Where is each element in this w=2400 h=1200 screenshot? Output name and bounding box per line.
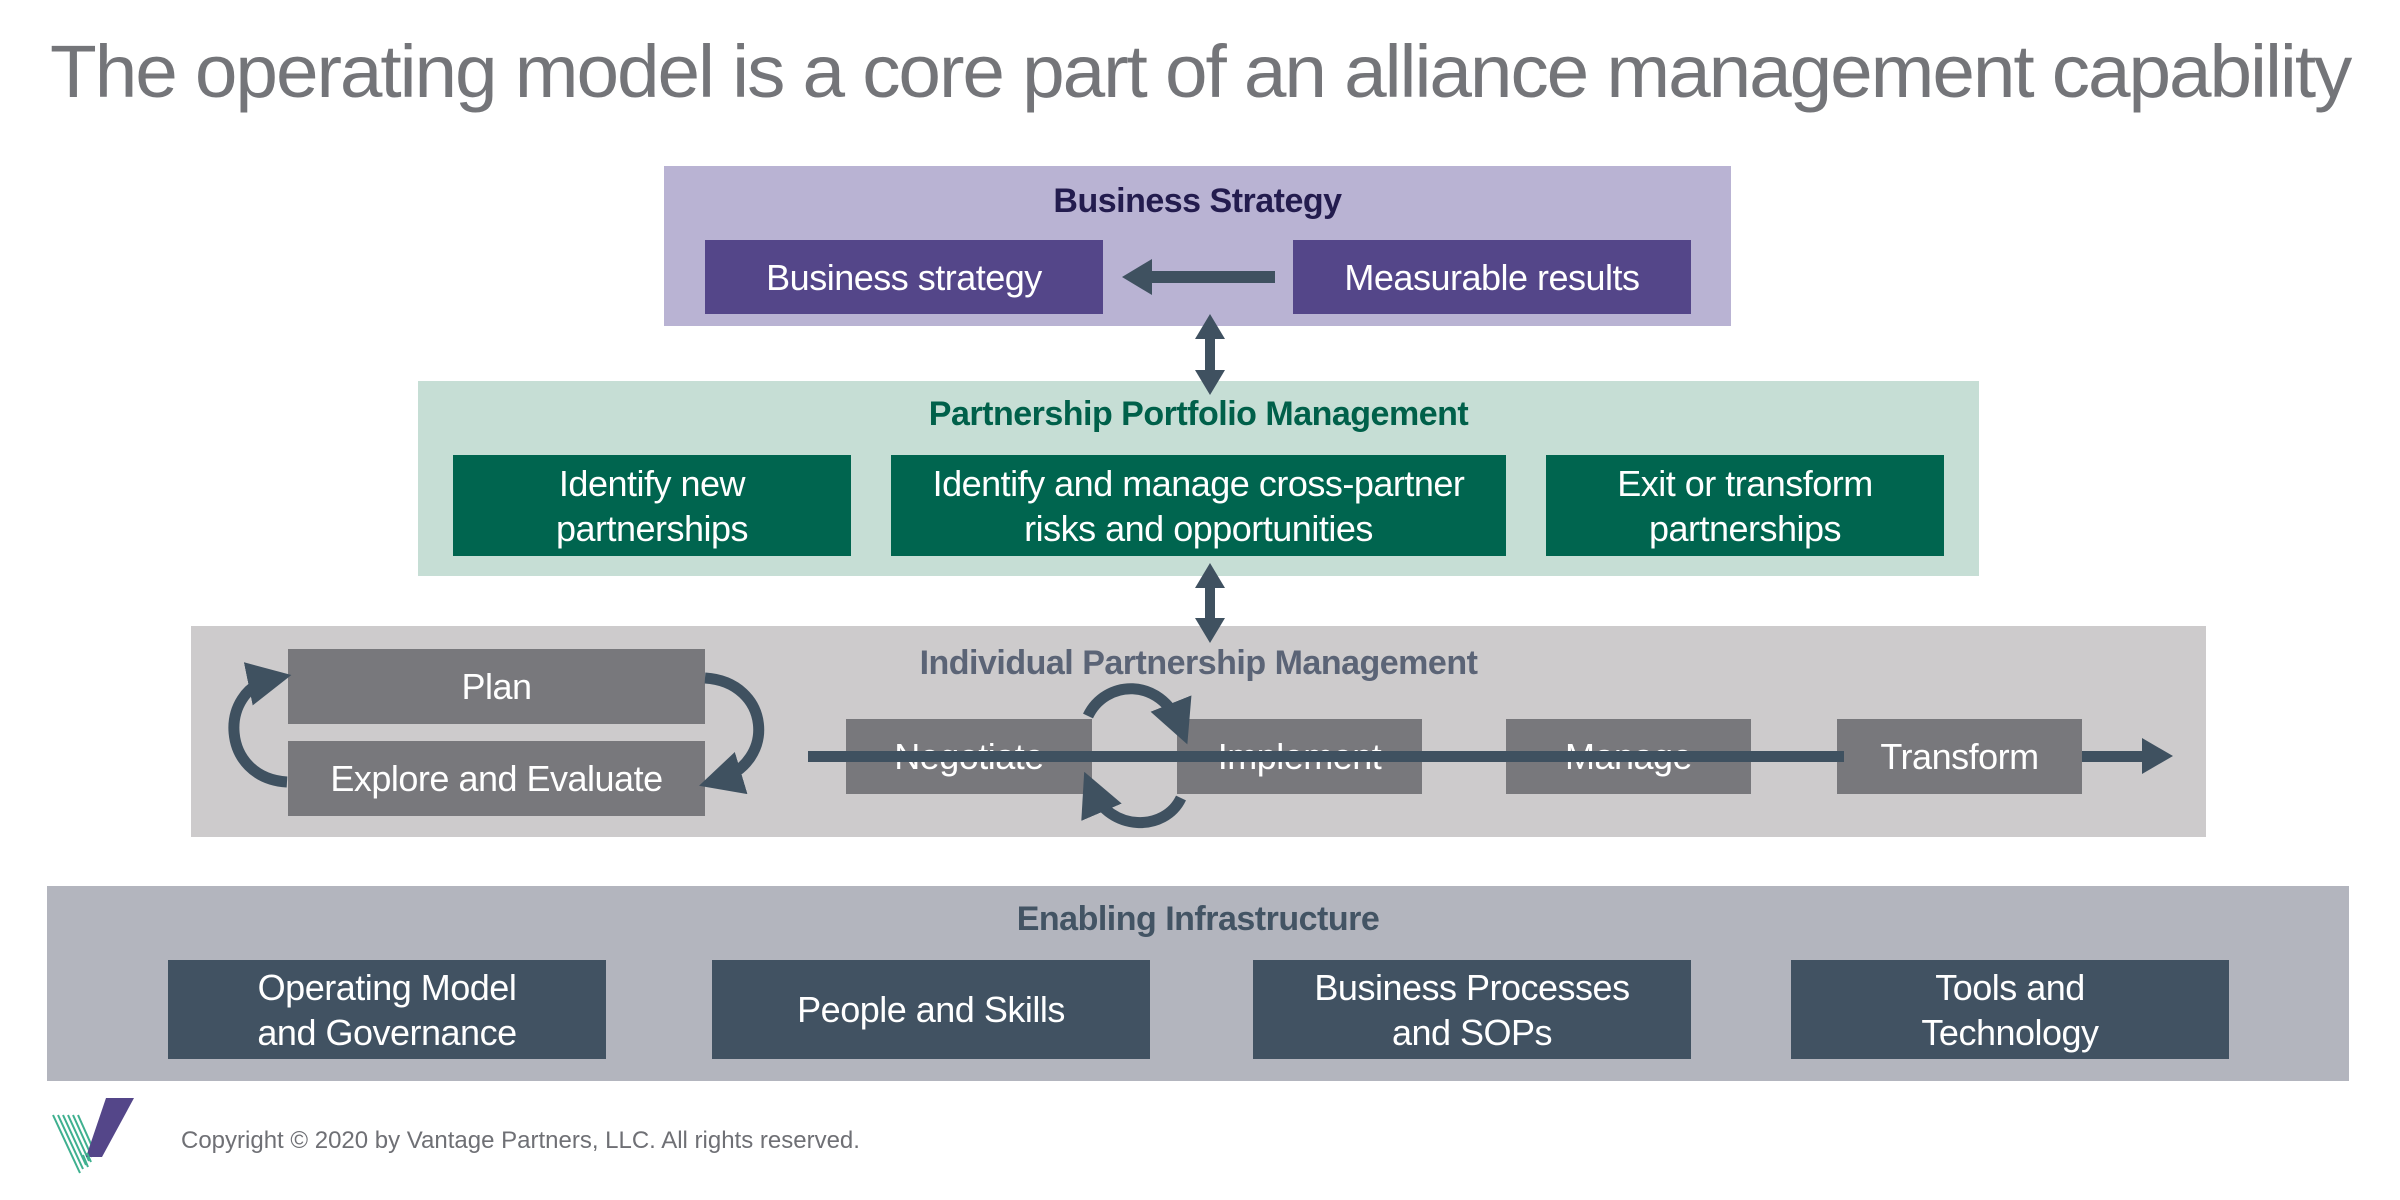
implement-box: Implement <box>1177 719 1422 794</box>
business-strategy-label: Business strategy <box>766 256 1042 298</box>
portfolio-management-panel: Partnership Portfolio Management Identif… <box>418 381 1979 576</box>
copyright-text: Copyright © 2020 by Vantage Partners, LL… <box>181 1127 860 1154</box>
explore-evaluate-label: Explore and Evaluate <box>330 758 663 799</box>
identify-new-partnerships-box: Identify new partnerships <box>453 455 851 556</box>
people-skills-label: People and Skills <box>797 989 1065 1030</box>
manage-box: Manage <box>1506 719 1751 794</box>
tools-technology-label: Tools and Technology <box>1921 966 2099 1053</box>
exit-or-transform-box: Exit or transform partnerships <box>1546 455 1944 556</box>
plan-label: Plan <box>461 666 532 707</box>
negotiate-label: Negotiate <box>894 736 1044 777</box>
implement-label: Implement <box>1217 736 1382 777</box>
manage-label: Manage <box>1564 736 1693 777</box>
business-strategy-panel: Business Strategy Business strategy Meas… <box>664 166 1731 326</box>
exit-or-transform-label: Exit or transform partnerships <box>1617 462 1873 549</box>
explore-evaluate-box: Explore and Evaluate <box>288 741 705 816</box>
measurable-results-box: Measurable results <box>1293 240 1691 314</box>
vantage-logo-icon <box>52 1098 134 1174</box>
business-strategy-box: Business strategy <box>705 240 1103 314</box>
measurable-results-label: Measurable results <box>1344 256 1640 298</box>
portfolio-management-header: Partnership Portfolio Management <box>928 395 1469 433</box>
tools-technology-box: Tools and Technology <box>1791 960 2229 1059</box>
individual-management-panel: Individual Partnership Management Plan E… <box>191 626 2206 837</box>
infrastructure-header: Enabling Infrastructure <box>1016 900 1380 938</box>
operating-model-box: Operating Model and Governance <box>168 960 606 1059</box>
plan-box: Plan <box>288 649 705 724</box>
identify-new-partnerships-label: Identify new partnerships <box>555 462 749 549</box>
transform-label: Transform <box>1880 736 2039 777</box>
operating-model-label: Operating Model and Governance <box>257 966 517 1053</box>
cross-partner-risks-label: Identify and manage cross-partner risks … <box>932 462 1465 549</box>
infrastructure-panel: Enabling Infrastructure Operating Model … <box>47 886 2349 1081</box>
transform-box: Transform <box>1837 719 2082 794</box>
negotiate-box: Negotiate <box>846 719 1092 794</box>
page-title: The operating model is a core part of an… <box>50 30 2352 113</box>
business-strategy-header: Business Strategy <box>1053 182 1342 220</box>
business-processes-box: Business Processes and SOPs <box>1253 960 1691 1059</box>
business-processes-label: Business Processes and SOPs <box>1314 966 1630 1053</box>
cross-partner-risks-box: Identify and manage cross-partner risks … <box>891 455 1506 556</box>
people-skills-box: People and Skills <box>712 960 1150 1059</box>
